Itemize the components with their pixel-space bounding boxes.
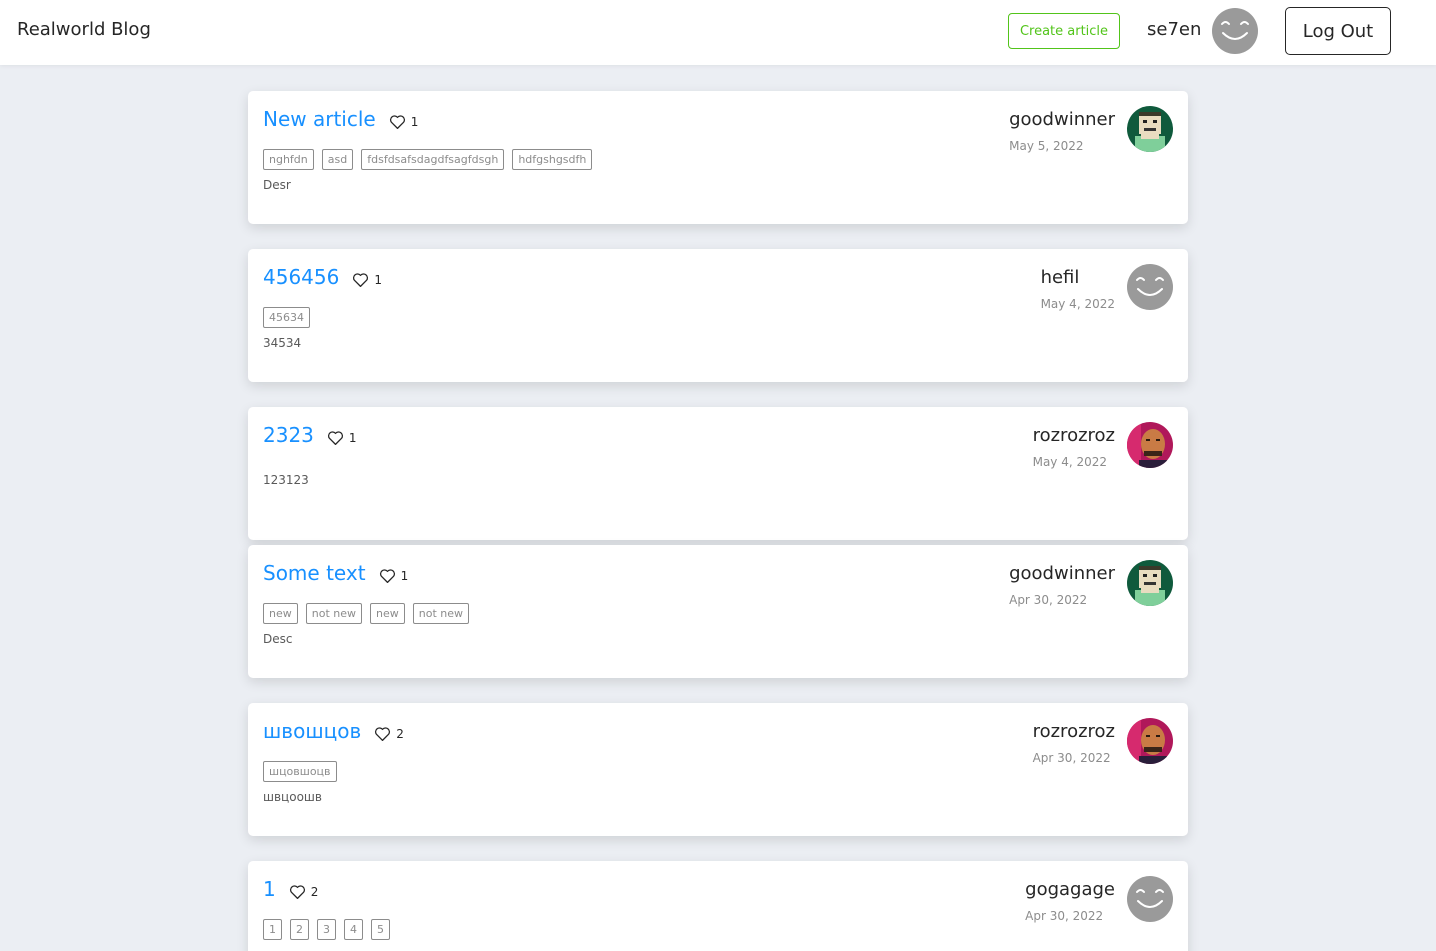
author-info: rozrozroz Apr 30, 2022 (1033, 721, 1115, 765)
author-name[interactable]: hefil (1041, 267, 1115, 288)
article-title-link[interactable]: 2323 (263, 423, 314, 447)
article-tag: nghfdn (263, 149, 314, 170)
article-tag: not new (412, 603, 469, 624)
create-article-button[interactable]: Create article (1008, 13, 1120, 49)
article-tag: hdfgshgsdfh (512, 149, 593, 170)
tag-list: 45634 (263, 307, 318, 328)
article-card: 2323 1 123123 rozrozroz May 4, 2022 (248, 407, 1188, 540)
top-header: Realworld Blog Create article se7en Log … (0, 0, 1436, 65)
article-card: New article 1 nghfdn asd fdsfdsafsdagdfsagfd… (248, 91, 1188, 224)
article-title-link[interactable]: 456456 (263, 265, 339, 289)
author-info: gogagage Apr 30, 2022 (1025, 879, 1115, 923)
publish-date: Apr 30, 2022 (1032, 751, 1111, 765)
article-tag: 2 (290, 919, 309, 940)
heart-icon[interactable] (379, 568, 396, 584)
publish-date: Apr 30, 2022 (1025, 909, 1104, 923)
like-count: 2 (310, 885, 319, 899)
article-tag: шцовшоцв (263, 761, 337, 782)
article-title-link[interactable]: New article (263, 107, 376, 131)
photo-avatar-icon (1127, 422, 1173, 468)
tag-list: 12345 (263, 919, 398, 940)
author-info: hefil May 4, 2022 (1041, 267, 1115, 311)
article-description: 123123 (263, 473, 309, 487)
like-button[interactable]: 2 (374, 720, 404, 742)
article-tag: 1 (263, 919, 282, 940)
like-button[interactable]: 1 (379, 562, 409, 584)
pixel-avatar-icon (1127, 560, 1173, 606)
article-title-row: New article 1 (263, 107, 418, 131)
brand-link[interactable]: Realworld Blog (17, 19, 151, 40)
tag-list: шцовшоцв (263, 761, 345, 782)
article-title-link[interactable]: Some text (263, 561, 366, 585)
article-tag: 4 (344, 919, 363, 940)
like-count: 1 (410, 115, 419, 129)
publish-date: May 4, 2022 (1032, 455, 1108, 469)
article-card: 1 2 1 2 3 4 5 gogagage Apr 30, 2022 (248, 861, 1188, 951)
article-tag: 45634 (263, 307, 310, 328)
heart-icon[interactable] (389, 114, 406, 130)
photo-avatar-icon (1127, 718, 1173, 764)
publish-date: May 5, 2022 (1009, 139, 1084, 153)
like-button[interactable]: 1 (327, 424, 357, 446)
current-username[interactable]: se7en (1147, 19, 1201, 40)
article-title-row: 2323 1 (263, 423, 357, 447)
user-avatar-icon[interactable] (1212, 8, 1258, 54)
like-count: 1 (400, 569, 409, 583)
article-title-row: Some text 1 (263, 561, 408, 585)
like-count: 2 (396, 727, 404, 741)
article-tag: not new (305, 603, 362, 624)
article-title-link[interactable]: 1 (263, 877, 276, 901)
article-title-link[interactable]: швошцов (263, 719, 361, 743)
pixel-avatar-icon (1127, 106, 1173, 152)
author-info: goodwinner May 5, 2022 (1009, 109, 1115, 153)
author-name[interactable]: goodwinner (1009, 563, 1115, 584)
author-name[interactable]: gogagage (1025, 879, 1115, 900)
author-name[interactable]: rozrozroz (1033, 425, 1115, 446)
like-button[interactable]: 1 (352, 266, 382, 288)
smiley-avatar-icon (1127, 876, 1173, 922)
author-info: rozrozroz May 4, 2022 (1033, 425, 1115, 469)
article-tag: 5 (371, 919, 390, 940)
heart-icon[interactable] (352, 272, 369, 288)
article-title-row: швошцов 2 (263, 719, 404, 743)
tag-list: new not new new not new (263, 603, 477, 624)
article-tag: fdsfdsafsdagdfsagfdsgh (361, 149, 505, 170)
article-card: 456456 1 45634 34534 hefil May 4, 2022 (248, 249, 1188, 382)
tag-list: nghfdn asd fdsfdsafsdagdfsagfdsgh hdfgshgsd… (263, 149, 600, 170)
like-button[interactable]: 1 (389, 108, 419, 130)
author-name[interactable]: rozrozroz (1033, 721, 1115, 742)
article-tag: new (370, 603, 405, 624)
article-title-row: 12 (263, 877, 318, 901)
publish-date: May 4, 2022 (1040, 297, 1115, 311)
article-tag: 3 (317, 919, 336, 940)
article-description: Desc (263, 632, 293, 646)
article-description: Desr (263, 178, 291, 192)
heart-icon[interactable] (327, 430, 344, 446)
article-tag: asd (321, 149, 354, 170)
smiley-avatar-icon (1127, 264, 1173, 310)
article-tag: new (263, 603, 298, 624)
like-count: 1 (374, 273, 382, 287)
publish-date: Apr 30, 2022 (1009, 593, 1088, 607)
author-name[interactable]: goodwinner (1009, 109, 1115, 130)
article-card: швошцов 2 шцовшоцв швцоошв rozrozroz Apr 30, … (248, 703, 1188, 836)
heart-icon[interactable] (289, 884, 306, 900)
logout-button[interactable]: Log Out (1285, 7, 1391, 55)
like-button[interactable]: 2 (289, 878, 319, 900)
heart-icon[interactable] (374, 726, 391, 742)
author-info: goodwinner Apr 30, 2022 (1009, 563, 1115, 607)
article-description: швцоошв (263, 790, 322, 804)
article-description: 34534 (263, 336, 302, 350)
like-count: 1 (348, 431, 357, 445)
article-card: Some text 1 new not new new not new Desc goodwi… (248, 545, 1188, 678)
article-title-row: 456456 1 (263, 265, 382, 289)
